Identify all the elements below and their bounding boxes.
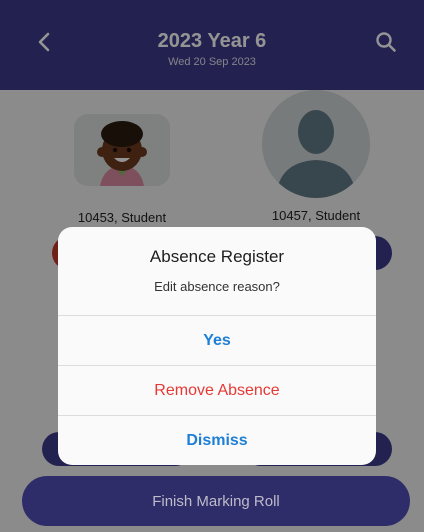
finish-marking-roll-button[interactable]: Finish Marking Roll [22,476,410,526]
dismiss-button[interactable]: Dismiss [58,415,376,465]
remove-absence-button[interactable]: Remove Absence [58,365,376,415]
roll-screen: 2023 Year 6 Wed 20 Sep 2023 10453, Stude… [0,0,424,532]
dialog-message: Edit absence reason? [154,279,280,294]
yes-button[interactable]: Yes [58,315,376,365]
dialog-title: Absence Register [149,247,285,266]
absence-dialog: Absence Register Edit absence reason? Ye… [58,227,376,465]
